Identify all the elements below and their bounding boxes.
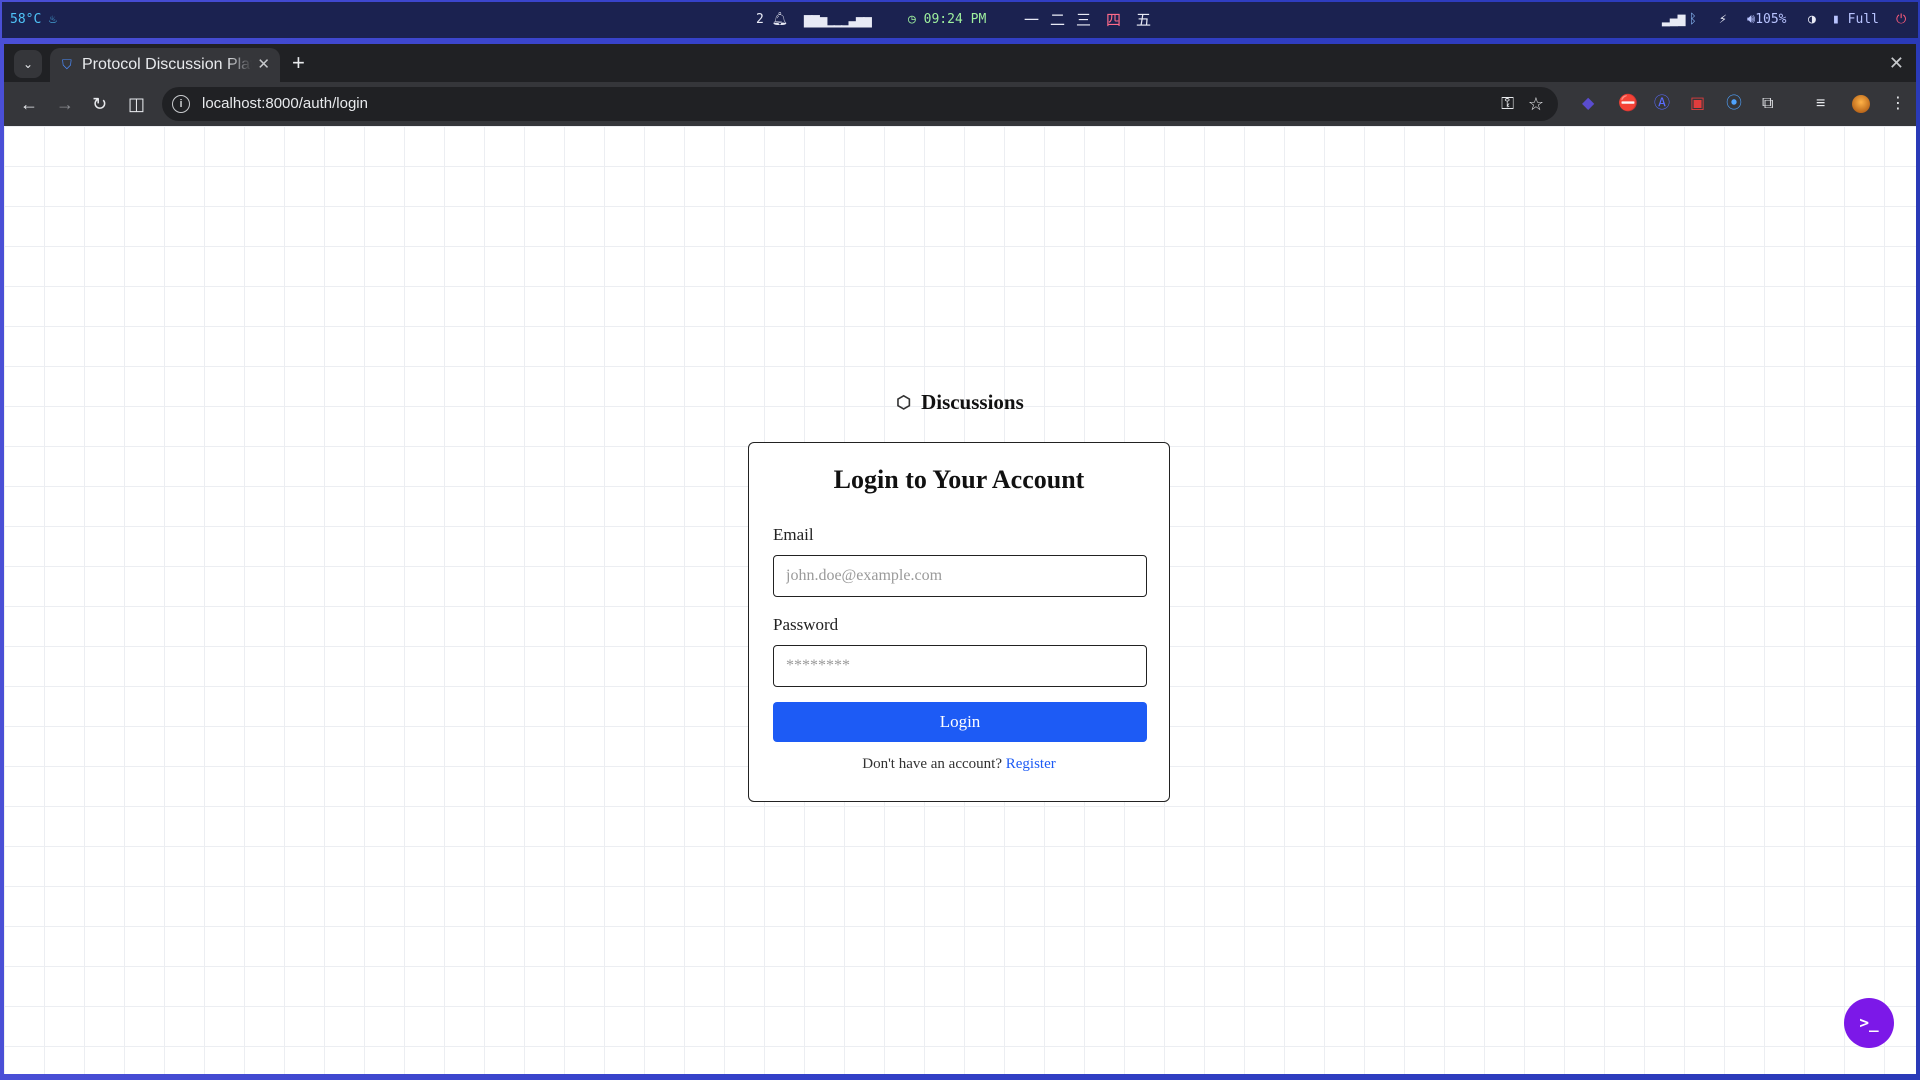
speaker-icon: 🔊︎: [1747, 12, 1756, 27]
bookmark-star-icon[interactable]: ☆: [1528, 87, 1544, 121]
tab-bar: ⌄ ⛉ Protocol Discussion Platform ✕ + ✕: [4, 44, 1916, 82]
kebab-menu-icon[interactable]: ⋮: [1890, 82, 1906, 126]
battery-icon: ▮: [1832, 12, 1840, 27]
login-button[interactable]: Login: [773, 702, 1147, 742]
login-title: Login to Your Account: [833, 465, 1085, 494]
workspace-3[interactable]: 三: [1076, 2, 1091, 38]
email-label: Email: [773, 525, 814, 544]
bluetooth-icon[interactable]: ᛒ: [1689, 2, 1697, 38]
temperature-readout: 58°C ♨: [10, 12, 57, 27]
notification-count[interactable]: 2 🔔︎: [756, 2, 788, 38]
desktop-frame: 58°C ♨ 2 🔔︎ ▆▆▅▁▁▁▃▅▅ ◷ 09:24 PM 一 二 三 四…: [0, 0, 1920, 1080]
terminal-fab-button[interactable]: >_: [1844, 998, 1894, 1048]
url-text[interactable]: localhost:8000/auth/login: [202, 87, 368, 121]
email-input[interactable]: [773, 555, 1147, 597]
clock-icon: ◷: [908, 12, 916, 27]
media-queue-icon[interactable]: ≡: [1816, 82, 1825, 126]
site-info-icon[interactable]: i: [172, 95, 190, 113]
tab-protocol-discussion[interactable]: ⛉ Protocol Discussion Platform ✕: [50, 48, 280, 82]
brand-name: Discussions: [921, 390, 1024, 414]
back-arrow-icon[interactable]: ←: [20, 82, 38, 126]
browser-toolbar: ← → ↻ ◫ i localhost:8000/auth/login ⚿ ☆ …: [4, 82, 1916, 126]
shield-favicon-icon: ⛉: [62, 57, 72, 72]
workspace-5[interactable]: 五: [1136, 2, 1151, 38]
reload-icon[interactable]: ↻: [92, 82, 107, 126]
browser-window: ⌄ ⛉ Protocol Discussion Platform ✕ + ✕ ←…: [4, 44, 1916, 1074]
bell-icon: 🔔︎: [771, 12, 789, 27]
tab-close-icon[interactable]: ✕: [257, 48, 270, 82]
laravel-logo-icon: ⬡: [896, 393, 912, 412]
login-card: Login to Your Account Email Password Log…: [748, 442, 1170, 802]
volume-readout[interactable]: 🔊︎105%: [1747, 2, 1787, 38]
password-label: Password: [773, 615, 839, 634]
login-page: ⬡ Discussions Login to Your Account Email…: [4, 126, 1916, 1074]
extension-a-icon[interactable]: Ⓐ: [1654, 82, 1670, 126]
brand-header: ⬡ Discussions: [4, 390, 1916, 415]
password-input[interactable]: [773, 645, 1147, 687]
register-link[interactable]: Register: [1006, 756, 1056, 772]
forward-arrow-icon[interactable]: →: [56, 82, 74, 126]
new-tab-icon[interactable]: +: [292, 44, 305, 82]
tab-search-chevron-icon[interactable]: ⌄: [14, 50, 42, 78]
system-bar: 58°C ♨ 2 🔔︎ ▆▆▅▁▁▁▃▅▅ ◷ 09:24 PM 一 二 三 四…: [2, 2, 1918, 38]
contrast-icon[interactable]: ◑: [1808, 2, 1816, 38]
window-close-icon[interactable]: ✕: [1889, 44, 1904, 82]
signal-icon[interactable]: ▂▄▆: [1662, 2, 1685, 38]
workspace-4[interactable]: 四: [1106, 2, 1121, 38]
extension-broadcast-icon[interactable]: ⦿: [1726, 82, 1742, 126]
extension-blocker-icon[interactable]: ⛔: [1618, 82, 1638, 126]
power-icon[interactable]: ⏻: [1896, 2, 1906, 38]
password-key-icon[interactable]: ⚿: [1501, 87, 1514, 121]
workspace-2[interactable]: 二: [1050, 2, 1065, 38]
side-panel-icon[interactable]: ◫: [128, 82, 145, 126]
battery-readout: ▮ Full: [1832, 12, 1879, 27]
extensions-puzzle-icon[interactable]: ⧉: [1762, 82, 1773, 126]
address-bar[interactable]: i localhost:8000/auth/login ⚿ ☆: [162, 87, 1558, 121]
tab-title: Protocol Discussion Platform: [82, 56, 252, 73]
extension-purple-icon[interactable]: ◆: [1582, 82, 1594, 126]
workspace-1[interactable]: 一: [1024, 2, 1039, 38]
clock: ◷ 09:24 PM: [908, 12, 987, 27]
flame-icon: ♨: [49, 12, 57, 27]
cpu-graph: ▆▆▅▁▁▁▃▅▅: [804, 12, 872, 28]
register-prompt: Don't have an account? Register: [862, 756, 1056, 772]
extension-red-app-icon[interactable]: ▣: [1690, 82, 1705, 126]
power-mode-icon[interactable]: ⚡: [1719, 2, 1727, 38]
profile-avatar[interactable]: [1852, 95, 1870, 113]
